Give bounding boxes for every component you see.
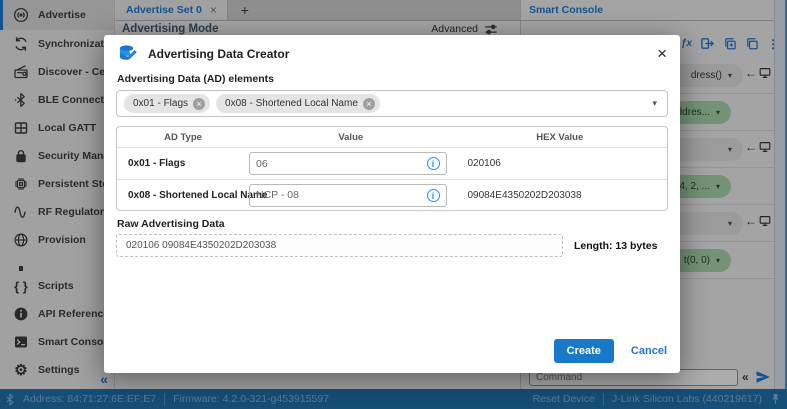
table-row: 0x01 - Flags 06 i 020106: [117, 148, 667, 179]
dialog-header: Advertising Data Creator ×: [104, 35, 680, 66]
data-creator-icon: [117, 43, 138, 64]
create-button[interactable]: Create: [554, 339, 614, 363]
table-header-row: AD Type Value HEX Value: [117, 127, 667, 148]
ad-elements-select[interactable]: 0x01 - Flags × 0x08 - Shortened Local Na…: [116, 90, 668, 117]
ad-elements-label: Advertising Data (AD) elements: [117, 73, 667, 85]
remove-chip-icon[interactable]: ×: [363, 98, 375, 110]
ad-element-chip[interactable]: 0x08 - Shortened Local Name ×: [216, 94, 380, 113]
table-row: 0x08 - Shortened Local Name NCP - 08 i 0…: [117, 179, 667, 210]
advertising-data-creator-dialog: Advertising Data Creator × Advertising D…: [104, 35, 680, 373]
raw-data-label: Raw Advertising Data: [117, 218, 667, 230]
info-icon[interactable]: i: [427, 189, 440, 202]
value-input[interactable]: 06 i: [249, 152, 447, 175]
value-input[interactable]: NCP - 08 i: [249, 184, 447, 207]
dialog-close-icon[interactable]: ×: [657, 45, 667, 62]
ad-elements-table: AD Type Value HEX Value 0x01 - Flags 06 …: [116, 126, 668, 211]
ad-element-chip[interactable]: 0x01 - Flags ×: [124, 94, 210, 113]
ad-type-cell: 0x01 - Flags: [117, 158, 249, 169]
length-badge: Length: 13 bytes: [574, 240, 657, 252]
raw-data-field[interactable]: 020106 09084E4350202D203038: [116, 234, 563, 257]
remove-chip-icon[interactable]: ×: [193, 98, 205, 110]
app-window: Advertise Synchronization Discover - Cen…: [0, 0, 787, 409]
info-icon[interactable]: i: [427, 157, 440, 170]
column-header: Value: [249, 132, 453, 143]
chevron-down-icon[interactable]: ▾: [652, 98, 657, 109]
ad-type-cell: 0x08 - Shortened Local Name: [117, 190, 249, 201]
hex-value-cell: 020106: [453, 158, 668, 169]
cancel-button[interactable]: Cancel: [631, 345, 667, 357]
dialog-title: Advertising Data Creator: [148, 47, 289, 61]
hex-value-cell: 09084E4350202D203038: [453, 190, 668, 201]
column-header: AD Type: [117, 132, 249, 143]
column-header: HEX Value: [453, 132, 668, 143]
